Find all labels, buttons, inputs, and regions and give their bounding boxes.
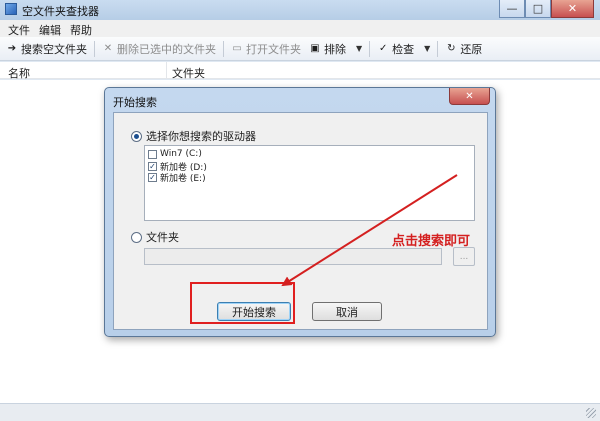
- close-button[interactable]: ✕: [551, 0, 594, 18]
- checkmark-icon: ✓: [378, 43, 388, 54]
- exclude-icon: ▣: [310, 43, 320, 54]
- chevron-down-icon[interactable]: ▼: [356, 44, 362, 53]
- delete-selected-button[interactable]: ✕ 删除已选中的文件夹: [98, 39, 220, 59]
- app-icon: [5, 3, 17, 15]
- menu-edit[interactable]: 编辑: [35, 20, 66, 37]
- annotation-text: 点击搜索即可: [392, 234, 471, 249]
- check-label: 检查: [392, 42, 415, 56]
- restore-label: 还原: [460, 42, 483, 56]
- column-divider[interactable]: [166, 62, 167, 79]
- menu-bar: 文件 编辑 帮助: [0, 20, 600, 37]
- folder-path-input[interactable]: [144, 248, 442, 265]
- drive-option-label: 选择你想搜索的驱动器: [146, 130, 256, 143]
- drive-list[interactable]: Win7 (C:) ✓ 新加卷 (D:) ✓ 新加卷 (E:): [144, 145, 475, 221]
- checkbox-checked-icon[interactable]: ✓: [148, 162, 157, 171]
- list-header: 名称 文件夹: [0, 62, 600, 81]
- toolbar: ➔ 搜索空文件夹 ✕ 删除已选中的文件夹 ▭ 打开文件夹 ▣ 排除 ▼ ✓ 检查…: [0, 37, 600, 61]
- check-button[interactable]: ✓ 检查 ▼: [373, 39, 434, 59]
- menu-file[interactable]: 文件: [4, 20, 35, 37]
- checkbox-checked-icon[interactable]: ✓: [148, 173, 157, 182]
- maximize-button[interactable]: □: [525, 0, 551, 18]
- radio-unselected-icon[interactable]: [131, 231, 142, 243]
- arrow-right-icon: ➔: [7, 43, 17, 54]
- chevron-down-icon[interactable]: ▼: [424, 44, 430, 53]
- delete-icon: ✕: [103, 43, 113, 54]
- toolbar-divider: [369, 40, 371, 57]
- radio-selected-icon[interactable]: [131, 130, 142, 142]
- window-title: 空文件夹查找器: [22, 5, 99, 18]
- highlight-box: [190, 282, 295, 324]
- open-folder-label: 打开文件夹: [246, 42, 301, 56]
- window-controls: — □ ✕: [499, 0, 594, 18]
- exclude-button[interactable]: ▣ 排除 ▼: [305, 39, 366, 59]
- drive-option[interactable]: 选择你想搜索的驱动器: [131, 128, 256, 144]
- resize-grip[interactable]: [586, 408, 596, 418]
- folder-option[interactable]: 文件夹: [131, 229, 179, 245]
- drive-item[interactable]: Win7 (C:): [148, 149, 202, 159]
- restore-icon: ↻: [447, 43, 456, 54]
- dialog-title: 开始搜索: [113, 96, 157, 109]
- toolbar-divider: [94, 40, 95, 57]
- minimize-button[interactable]: —: [499, 0, 525, 18]
- start-search-dialog: 开始搜索 ✕ 选择你想搜索的驱动器 Win7 (C:) ✓ 新加卷 (D:) ✓…: [104, 87, 496, 337]
- delete-selected-label: 删除已选中的文件夹: [117, 42, 216, 56]
- menu-help[interactable]: 帮助: [66, 20, 97, 37]
- exclude-label: 排除: [324, 42, 346, 56]
- search-empty-folders-label: 搜索空文件夹: [21, 42, 87, 56]
- folder-icon: ▭: [232, 43, 242, 54]
- toolbar-divider: [223, 40, 224, 57]
- dialog-body: 选择你想搜索的驱动器 Win7 (C:) ✓ 新加卷 (D:) ✓ 新加卷 (E…: [113, 112, 488, 330]
- drive-label: 新加卷 (E:): [160, 174, 206, 184]
- dialog-close-button[interactable]: ✕: [449, 88, 490, 105]
- column-folder[interactable]: 文件夹: [172, 65, 205, 81]
- column-name[interactable]: 名称: [8, 65, 30, 81]
- restore-button[interactable]: ↻ 还原: [441, 39, 486, 59]
- open-folder-button[interactable]: ▭ 打开文件夹: [227, 39, 305, 59]
- checkbox-unchecked-icon[interactable]: [148, 149, 157, 159]
- toolbar-divider: [437, 40, 439, 57]
- folder-option-label: 文件夹: [146, 231, 179, 244]
- drive-label: Win7 (C:): [160, 149, 202, 159]
- title-bar: 空文件夹查找器 — □ ✕: [0, 0, 600, 20]
- cancel-button[interactable]: 取消: [312, 302, 382, 321]
- status-bar: [0, 403, 600, 421]
- search-empty-folders-button[interactable]: ➔ 搜索空文件夹: [2, 39, 91, 59]
- drive-item[interactable]: ✓ 新加卷 (E:): [148, 171, 206, 184]
- browse-button[interactable]: ...: [453, 247, 475, 266]
